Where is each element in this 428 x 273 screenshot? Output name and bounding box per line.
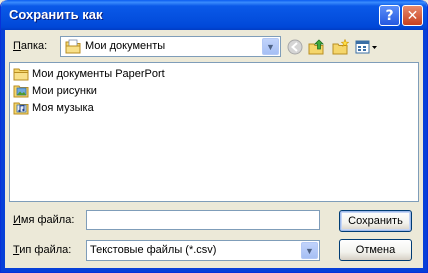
file-list[interactable]: Мои документы PaperPort Мои рисунки Моя …: [9, 62, 419, 202]
views-menu-button[interactable]: [355, 38, 379, 56]
back-arrow-icon: [287, 39, 303, 55]
cancel-button-label: Отмена: [355, 244, 396, 256]
save-button-label: Сохранить: [348, 215, 403, 227]
folder-icon: [13, 68, 29, 81]
chevron-down-icon: ▼: [266, 41, 275, 52]
music-folder-icon: [13, 102, 29, 115]
save-button[interactable]: Сохранить: [339, 210, 412, 232]
cancel-button[interactable]: Отмена: [339, 239, 412, 261]
filetype-label: Тип файла:: [13, 244, 72, 256]
title-bar: Сохранить как ? ✕: [1, 0, 427, 30]
filename-input[interactable]: [86, 210, 320, 230]
folder-combo-dropdown[interactable]: ▼: [262, 38, 279, 55]
pictures-folder-icon: [13, 85, 29, 98]
filetype-combo-dropdown[interactable]: ▼: [301, 242, 318, 259]
dialog-title: Сохранить как: [9, 7, 103, 22]
filename-label: Имя файла:: [13, 214, 75, 226]
up-folder-icon: [308, 39, 324, 55]
views-icon: [355, 40, 377, 54]
close-button[interactable]: ✕: [402, 5, 423, 26]
up-folder-button[interactable]: [308, 38, 326, 56]
new-folder-button[interactable]: [332, 38, 350, 56]
folder-label: Папка:: [13, 40, 48, 52]
window-frame-left: [1, 30, 5, 272]
chevron-down-icon: ▼: [305, 245, 314, 256]
list-item[interactable]: Мои рисунки: [13, 83, 97, 99]
back-button[interactable]: [286, 38, 304, 56]
folder-combo[interactable]: Мои документы ▼: [60, 36, 281, 57]
save-as-dialog: Сохранить как ? ✕ Папка: Мои документы ▼: [0, 0, 428, 273]
help-icon: ?: [385, 7, 394, 24]
list-item-label: Моя музыка: [32, 102, 94, 114]
filetype-combo[interactable]: Текстовые файлы (*.csv) ▼: [86, 240, 320, 261]
window-frame-right: [423, 30, 427, 272]
documents-folder-icon: [65, 39, 81, 57]
list-item-label: Мои рисунки: [32, 85, 97, 97]
close-icon: ✕: [406, 7, 419, 24]
help-button[interactable]: ?: [379, 5, 400, 26]
list-item-label: Мои документы PaperPort: [32, 68, 165, 80]
list-item[interactable]: Мои документы PaperPort: [13, 66, 165, 82]
window-frame-bottom: [1, 268, 427, 272]
filetype-combo-value: Текстовые файлы (*.csv): [90, 244, 217, 256]
new-folder-icon: [332, 39, 350, 55]
folder-combo-value: Мои документы: [85, 40, 166, 52]
list-item[interactable]: Моя музыка: [13, 100, 94, 116]
